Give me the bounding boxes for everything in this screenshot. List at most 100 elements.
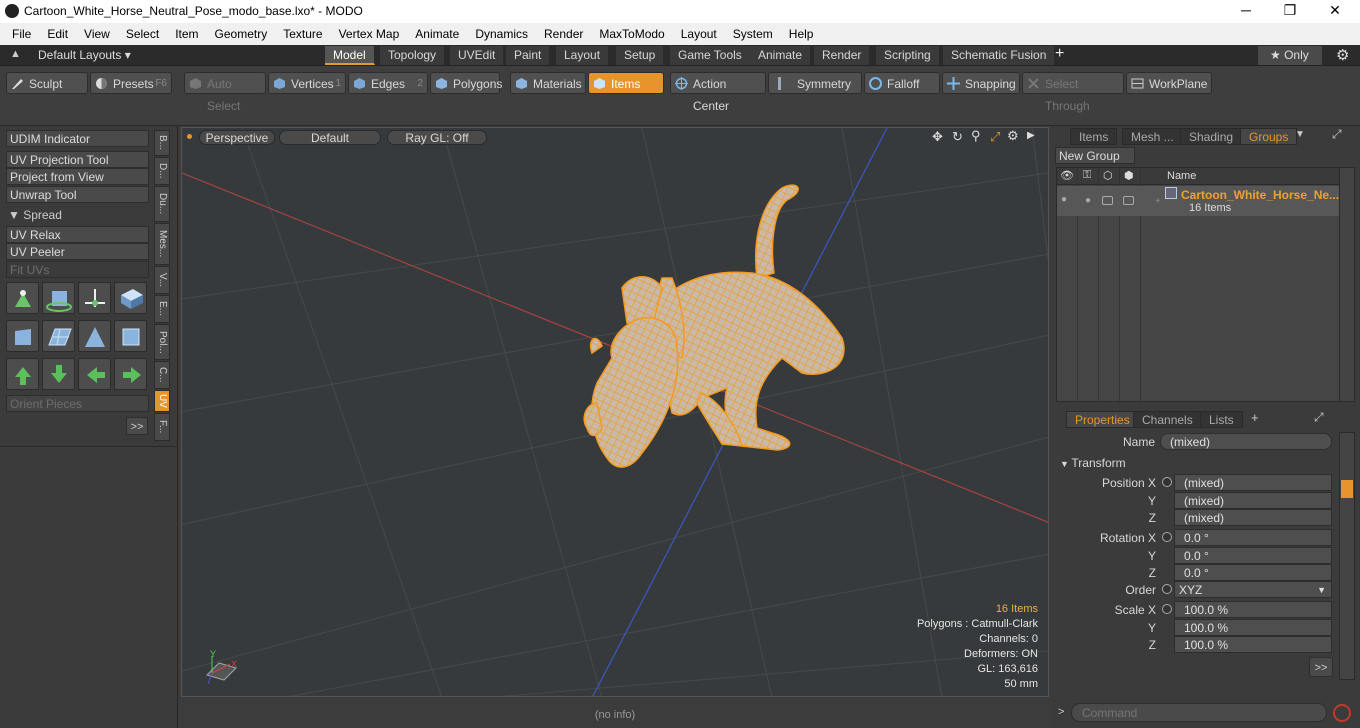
menu-render[interactable]: Render (536, 27, 591, 41)
viewport-expand-icon[interactable]: ▶ (1027, 130, 1035, 141)
uv-box-icon[interactable] (6, 320, 39, 352)
tab-items[interactable]: Items (1070, 128, 1118, 145)
vtab-pol[interactable]: Pol... (154, 324, 170, 360)
zoom-icon[interactable]: ⚲ (971, 128, 981, 144)
row-render-box[interactable] (1123, 196, 1134, 205)
uv-relax-button[interactable]: UV Relax (6, 226, 149, 243)
viewport-gear-icon[interactable]: ⚙ (1007, 128, 1019, 144)
vtab-b[interactable]: B... (154, 130, 170, 156)
uv-move-icon[interactable] (78, 282, 111, 314)
menu-animate[interactable]: Animate (407, 27, 467, 41)
polygons-button[interactable]: Polygons (430, 72, 502, 94)
uv-peeler-button[interactable]: UV Peeler (6, 243, 149, 260)
auto-select-button[interactable]: Auto Select (184, 72, 266, 113)
menu-edit[interactable]: Edit (39, 27, 76, 41)
uv-transform-icon[interactable] (6, 282, 39, 314)
tab-game-tools[interactable]: Game Tools (670, 46, 751, 65)
rotate-view-icon[interactable]: ↻ (952, 129, 963, 145)
rotation-z-field[interactable]: 0.0 ° (1174, 564, 1332, 581)
action-center-button[interactable]: Action Center (670, 72, 766, 113)
unwrap-tool-button[interactable]: Unwrap Tool (6, 186, 149, 203)
menu-maxtomodo[interactable]: MaxToModo (591, 27, 672, 41)
tab-model[interactable]: Model (325, 46, 375, 65)
menu-help[interactable]: Help (781, 27, 822, 41)
name-field[interactable]: (mixed) (1160, 433, 1332, 450)
select-cube-icon[interactable]: ⬡ (1103, 169, 1113, 182)
uv-grid-icon[interactable] (42, 320, 75, 352)
eye-icon[interactable]: 👁 (1060, 169, 1074, 182)
groups-tab-menu-icon[interactable]: ▼ (1295, 129, 1305, 140)
tab-paint[interactable]: Paint (506, 46, 551, 65)
lock-icon[interactable]: ⚿ (1083, 169, 1091, 182)
tab-scripting[interactable]: Scripting (876, 46, 940, 65)
workplane-button[interactable]: WorkPlane (1126, 72, 1212, 94)
udim-indicator-button[interactable]: UDIM Indicator (6, 130, 149, 147)
viewport-options-icon[interactable] (187, 134, 192, 139)
menu-view[interactable]: View (76, 27, 118, 41)
vertices-button[interactable]: Vertices 1 (268, 72, 346, 94)
spread-section[interactable]: ▼ Spread (8, 208, 62, 222)
items-button[interactable]: Items (588, 72, 664, 94)
align-right-icon[interactable] (114, 358, 147, 390)
rotation-x-field[interactable]: 0.0 ° (1174, 529, 1332, 546)
vtab-d[interactable]: D... (154, 157, 170, 185)
minimize-button[interactable]: ─ (1234, 2, 1258, 20)
row-eye-icon[interactable]: ● (1061, 194, 1067, 205)
orient-pieces-button[interactable]: Orient Pieces (6, 395, 149, 412)
3d-viewport[interactable]: Y X Perspective Default Ray GL: Off ✥ ↻ … (181, 127, 1049, 697)
tab-shading[interactable]: Shading (1180, 128, 1243, 145)
expand-up-icon[interactable]: ▲ (10, 48, 21, 60)
add-properties-tab-icon[interactable]: + (1251, 410, 1259, 425)
position-x-field[interactable]: (mixed) (1174, 474, 1332, 491)
uv-scale-icon[interactable] (114, 282, 147, 314)
groups-scrollbar[interactable] (1339, 167, 1355, 402)
uv-cube-grid-icon[interactable] (114, 320, 147, 352)
pan-icon[interactable]: ✥ (932, 129, 943, 145)
tab-mesh[interactable]: Mesh ... (1122, 128, 1183, 145)
tab-properties[interactable]: Properties (1066, 411, 1139, 428)
menu-dynamics[interactable]: Dynamics (467, 27, 536, 41)
align-down-icon[interactable] (42, 358, 75, 390)
properties-scrollbar[interactable] (1339, 432, 1355, 680)
vtab-mes[interactable]: Mes... (154, 223, 170, 265)
properties-more-button[interactable]: >> (1309, 657, 1333, 677)
menu-vertex-map[interactable]: Vertex Map (331, 27, 408, 41)
row-lock-icon[interactable]: ● (1085, 195, 1091, 206)
perspective-dropdown[interactable]: Perspective (199, 130, 275, 145)
tab-uvedit[interactable]: UVEdit (450, 46, 505, 65)
project-from-view-button[interactable]: Project from View (6, 168, 149, 185)
default-layouts-dropdown[interactable]: Default Layouts ▾ (38, 48, 131, 62)
scale-radio[interactable] (1162, 604, 1172, 614)
menu-geometry[interactable]: Geometry (207, 27, 276, 41)
menu-select[interactable]: Select (118, 27, 167, 41)
presets-button[interactable]: Presets F6 (90, 72, 172, 94)
sculpt-button[interactable]: Sculpt (6, 72, 88, 94)
menu-system[interactable]: System (725, 27, 781, 41)
tab-setup[interactable]: Setup (616, 46, 665, 65)
scrollbar-thumb[interactable] (1341, 480, 1353, 498)
uv-projection-tool-button[interactable]: UV Projection Tool (6, 151, 149, 168)
groups-expand-icon[interactable]: ⤢ (1332, 127, 1342, 142)
vtab-v[interactable]: V... (154, 266, 170, 294)
properties-expand-icon[interactable]: ⤢ (1314, 410, 1324, 425)
render-cube-icon[interactable]: ⬢ (1124, 169, 1134, 182)
vtab-e[interactable]: E... (154, 295, 170, 323)
scale-y-field[interactable]: 100.0 % (1174, 619, 1332, 636)
tab-channels[interactable]: Channels (1133, 411, 1202, 428)
fit-view-icon[interactable]: ⤢ (990, 129, 1000, 145)
row-select-box[interactable] (1102, 196, 1113, 205)
vtab-du[interactable]: Du... (154, 186, 170, 222)
select-through-button[interactable]: Select Through (1022, 72, 1124, 113)
vtab-f[interactable]: F... (154, 413, 170, 441)
menu-layout[interactable]: Layout (673, 27, 725, 41)
position-y-field[interactable]: (mixed) (1174, 492, 1332, 509)
vtab-c[interactable]: C... (154, 361, 170, 389)
gear-icon[interactable]: ⚙ (1336, 46, 1349, 64)
new-group-button[interactable]: New Group (1055, 147, 1135, 164)
uv-rotate-icon[interactable] (42, 282, 75, 314)
tab-schematic-fusion[interactable]: Schematic Fusion (943, 46, 1056, 65)
symmetry-button[interactable]: Symmetry (768, 72, 862, 94)
position-z-field[interactable]: (mixed) (1174, 509, 1332, 526)
raygl-toggle[interactable]: Ray GL: Off (387, 130, 487, 145)
maximize-button[interactable]: ❐ (1278, 2, 1302, 20)
